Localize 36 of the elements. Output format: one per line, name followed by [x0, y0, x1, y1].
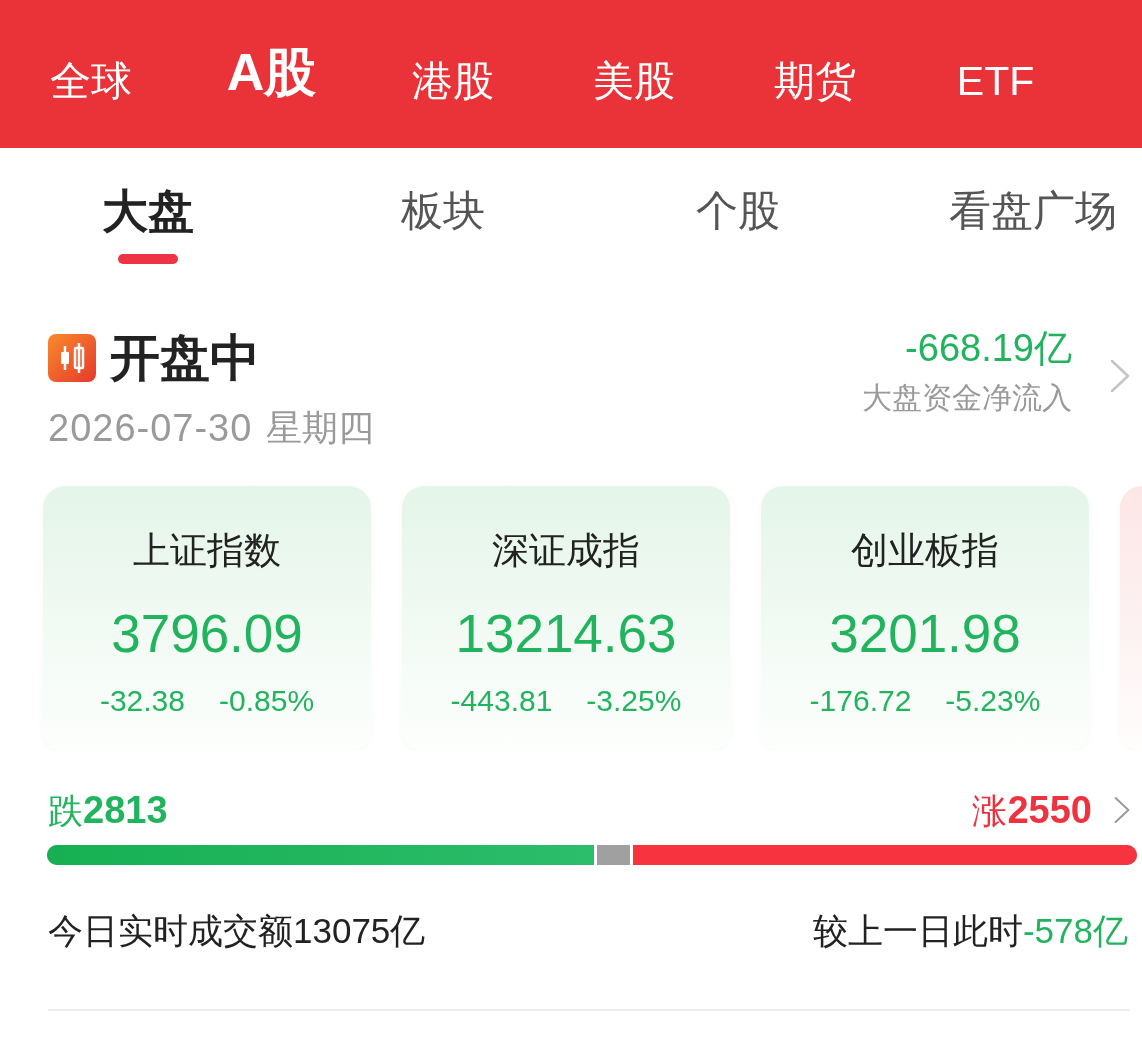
index-change: -443.81 [450, 686, 553, 716]
session-status: 开盘中 [110, 333, 260, 383]
index-name: 深证成指 [491, 532, 641, 569]
candlestick-icon [48, 334, 96, 382]
market-tab[interactable]: 全球 [0, 0, 181, 148]
market-tab[interactable]: ETF [905, 0, 1086, 148]
index-value: 3201.98 [828, 607, 1022, 660]
index-name: 创业板指 [850, 532, 1000, 569]
net-flow-value: -668.19亿 [905, 329, 1072, 367]
view-tab[interactable]: 板块 [400, 190, 485, 232]
index-change-percent: -5.23% [945, 686, 1041, 716]
index-name: 上证指数 [132, 532, 282, 569]
session-date: 2026-07-30 [48, 409, 253, 447]
view-tab[interactable]: 大盘 [101, 188, 194, 234]
market-tab[interactable]: 港股 [362, 0, 543, 148]
turnover-compare-label: 较上一日此时 [812, 913, 1023, 948]
turnover-compare-value: -578亿 [1022, 913, 1128, 948]
selected-tab-underline [117, 254, 178, 264]
index-value: 3796.09 [110, 607, 304, 660]
index-change: -32.38 [99, 686, 185, 716]
falling-count: 跌2813 [48, 791, 168, 829]
session-weekday: 星期四 [266, 410, 375, 446]
market-tab[interactable]: 期货 [724, 0, 905, 148]
chevron-right-icon[interactable] [1110, 359, 1130, 393]
chevron-right-icon[interactable] [1114, 795, 1130, 825]
market-tab[interactable]: 美股 [543, 0, 724, 148]
index-value: 13214.63 [454, 607, 678, 660]
turnover-today: 今日实时成交额13075亿 [48, 913, 426, 948]
index-change-percent: -3.25% [586, 686, 682, 716]
market-tab[interactable]: A股 [181, 0, 362, 148]
view-tab[interactable]: 看盘广场 [948, 190, 1117, 232]
rising-count: 涨2550 [972, 791, 1092, 829]
index-change: -176.72 [809, 686, 912, 716]
view-tab[interactable]: 个股 [695, 190, 780, 232]
index-change-percent: -0.85% [219, 686, 315, 716]
net-flow-label: 大盘资金净流入 [862, 383, 1072, 413]
